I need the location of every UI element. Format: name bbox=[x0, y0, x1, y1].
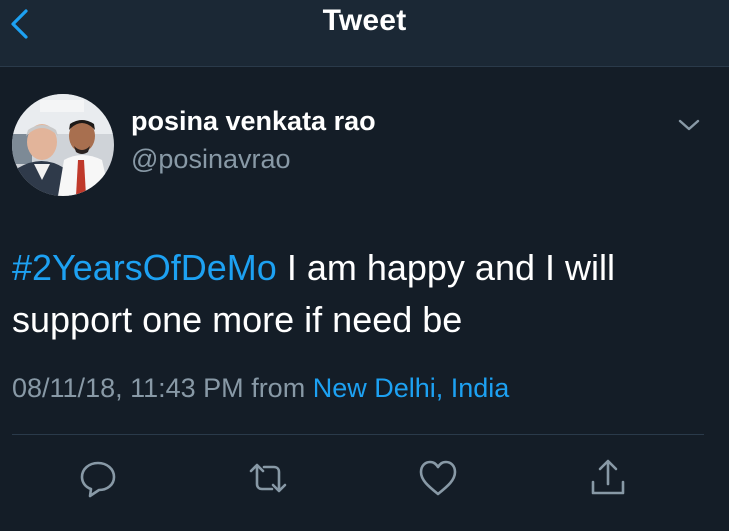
retweet-button[interactable] bbox=[246, 456, 290, 500]
tweet-metadata: 08/11/18, 11:43 PM from New Delhi, India bbox=[12, 373, 509, 404]
avatar-photo bbox=[12, 94, 114, 196]
author-name[interactable]: posina venkata rao bbox=[131, 106, 376, 137]
retweet-icon bbox=[249, 463, 287, 493]
page-title: Tweet bbox=[322, 4, 407, 37]
avatar[interactable] bbox=[12, 94, 114, 196]
hashtag-link[interactable]: #2YearsOfDeMo bbox=[12, 247, 277, 288]
tweet-body: #2YearsOfDeMo I am happy and I will supp… bbox=[12, 242, 712, 346]
tweet-text-line-2: support one more if need be bbox=[12, 299, 463, 340]
tweet-options-button[interactable] bbox=[675, 114, 703, 136]
location-link[interactable]: New Delhi, India bbox=[313, 373, 510, 403]
top-nav-bar: Tweet bbox=[0, 0, 729, 67]
tweet-text-line-1: I am happy and I will bbox=[276, 247, 615, 288]
chevron-down-icon bbox=[678, 119, 700, 131]
reply-button[interactable] bbox=[76, 456, 120, 500]
from-label: from bbox=[251, 373, 306, 403]
share-button[interactable] bbox=[586, 456, 630, 500]
heart-icon bbox=[419, 460, 457, 496]
timestamp: 08/11/18, 11:43 PM bbox=[12, 373, 244, 403]
share-icon bbox=[591, 459, 625, 495]
like-button[interactable] bbox=[416, 456, 460, 500]
author-handle[interactable]: @posinavrao bbox=[131, 144, 291, 175]
reply-icon bbox=[80, 461, 116, 498]
divider bbox=[12, 434, 704, 435]
